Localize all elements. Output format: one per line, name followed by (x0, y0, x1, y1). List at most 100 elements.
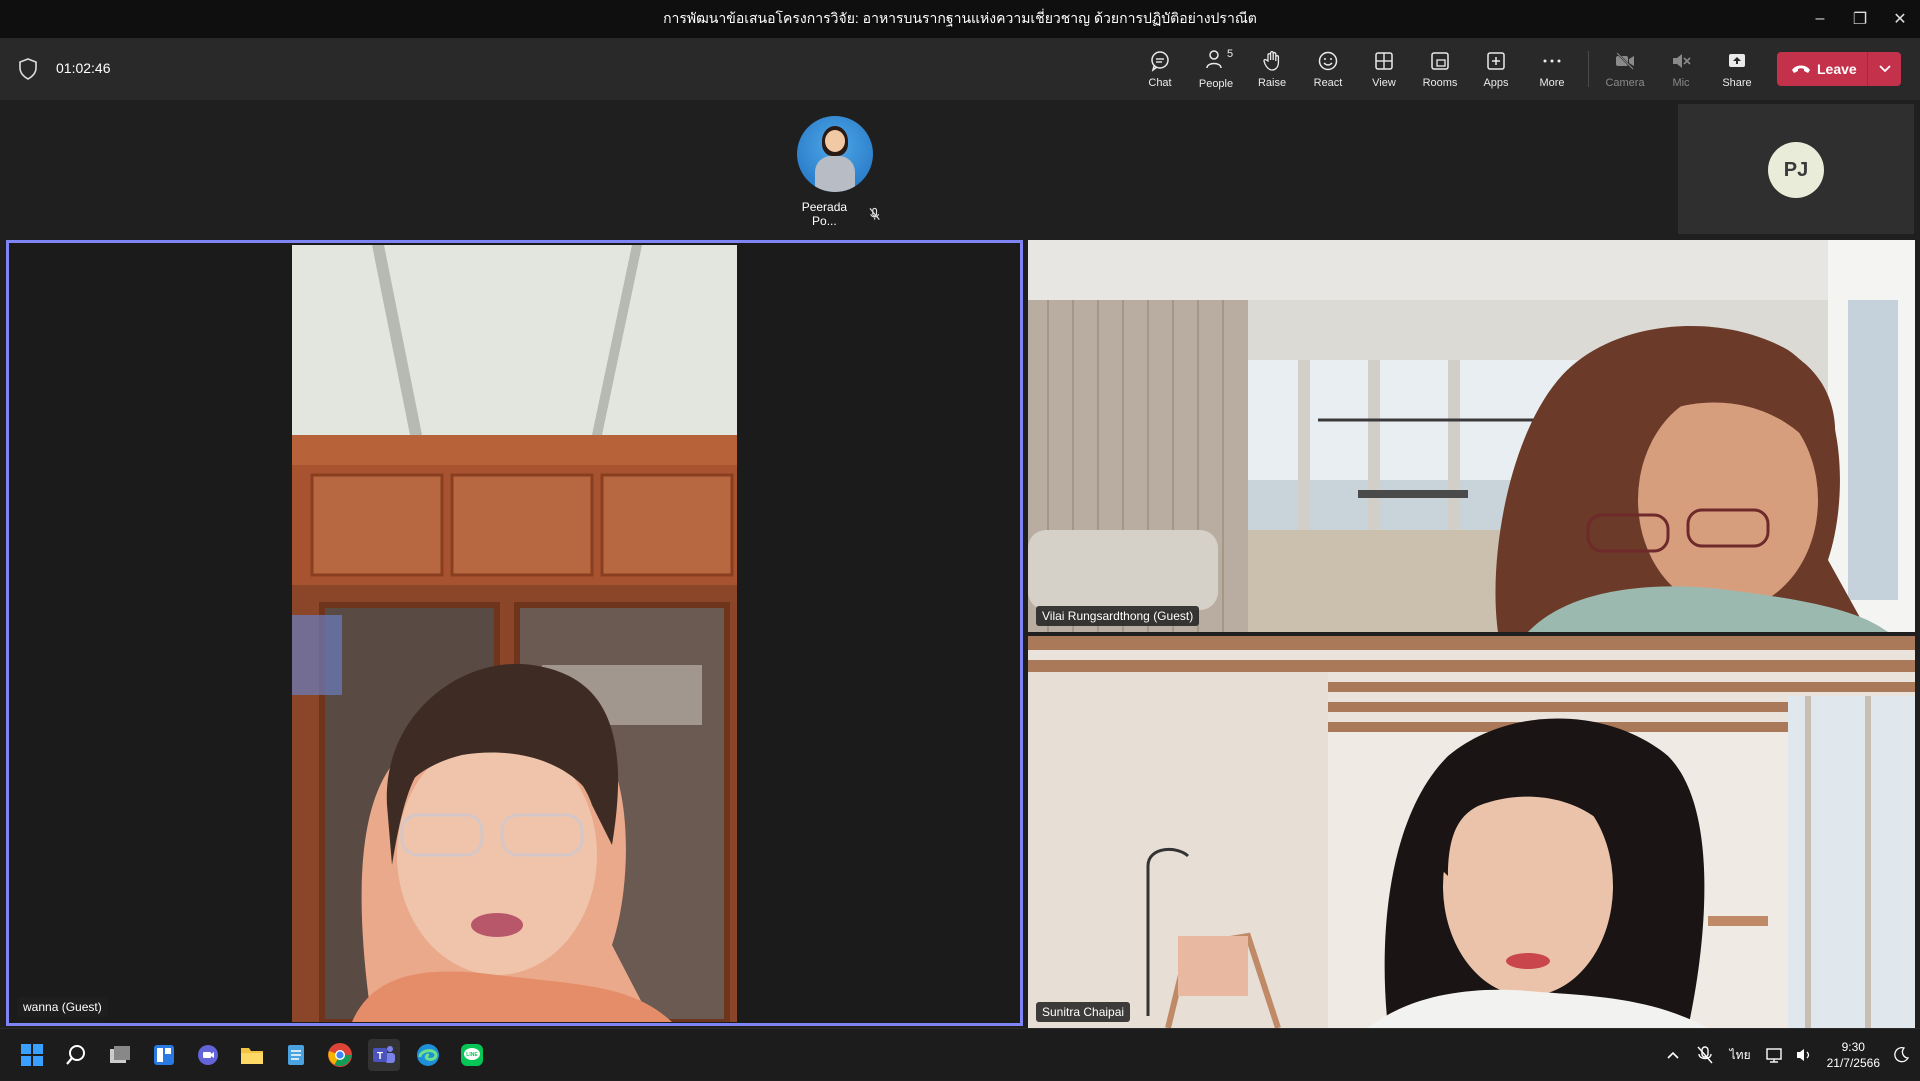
chrome-button[interactable] (324, 1039, 356, 1071)
mic-off-icon (1673, 53, 1691, 68)
people-icon (1206, 50, 1222, 69)
mic-muted-icon[interactable] (1696, 1045, 1714, 1065)
edge-button[interactable] (412, 1039, 444, 1071)
more-button[interactable]: More (1524, 38, 1580, 100)
react-button[interactable]: React (1300, 38, 1356, 100)
self-view-tile[interactable]: PJ (1678, 104, 1914, 234)
chat-app-icon (198, 1045, 218, 1065)
clock[interactable]: 9:30 21/7/2566 (1827, 1039, 1880, 1071)
video-tile-sunitra[interactable]: Sunitra Chaipai (1028, 636, 1915, 1028)
svg-text:LINE: LINE (466, 1052, 478, 1058)
widgets-icon (154, 1045, 174, 1065)
windows-logo-icon (21, 1044, 43, 1066)
notepad-icon (288, 1045, 304, 1065)
participant-name: wanna (Guest) (17, 997, 108, 1017)
leave-options-button[interactable] (1867, 52, 1901, 86)
chevron-up-icon[interactable] (1666, 1050, 1680, 1060)
chevron-down-icon (1878, 65, 1891, 73)
apps-button[interactable]: Apps (1468, 38, 1524, 100)
minimize-button[interactable]: – (1800, 0, 1840, 38)
clock-time: 9:30 (1841, 1040, 1865, 1054)
raise-label: Raise (1257, 76, 1287, 89)
hand-icon (1263, 50, 1280, 71)
task-view-icon (110, 1046, 130, 1063)
rooms-icon (1431, 51, 1449, 70)
search-icon (66, 1045, 85, 1065)
rooms-button[interactable]: Rooms (1412, 38, 1468, 100)
view-label: View (1372, 76, 1396, 89)
pinned-participant[interactable]: Peerada Po... (790, 116, 880, 228)
file-explorer-button[interactable] (236, 1039, 268, 1071)
volume-icon[interactable] (1795, 1046, 1813, 1064)
leave-main[interactable]: Leave (1777, 52, 1867, 86)
line-icon: LINE (461, 1044, 483, 1066)
camera-button[interactable]: Camera (1597, 38, 1653, 100)
chat-label: Chat (1148, 76, 1172, 89)
people-button[interactable]: 5 People (1188, 38, 1244, 100)
participant-name: Sunitra Chaipai (1036, 1002, 1131, 1022)
rooms-label: Rooms (1422, 76, 1458, 89)
windows-taskbar: T LINE ไทย 9:30 21/7/2566 (0, 1028, 1920, 1080)
focus-moon-icon[interactable] (1892, 1046, 1910, 1064)
folder-icon (241, 1048, 263, 1064)
self-avatar: PJ (1768, 142, 1824, 198)
share-button[interactable]: Share (1709, 38, 1765, 100)
video-feed (292, 245, 737, 1022)
virtual-background-living-room (1028, 240, 1915, 632)
mic-button[interactable]: Mic (1653, 38, 1709, 100)
chrome-icon (328, 1043, 352, 1067)
title-bar: การพัฒนาข้อเสนอโครงการวิจัย: อาหารบนรากฐ… (0, 0, 1920, 38)
leave-label: Leave (1817, 61, 1857, 77)
window-title: การพัฒนาข้อเสนอโครงการวิจัย: อาหารบนรากฐ… (663, 10, 1257, 26)
participant-name: Vilai Rungsardthong (Guest) (1036, 606, 1200, 626)
search-button[interactable] (60, 1039, 92, 1071)
task-view-button[interactable] (104, 1039, 136, 1071)
toolbar-actions: Chat 5 People Raise React View Rooms App… (1132, 38, 1765, 100)
widgets-button[interactable] (148, 1039, 180, 1071)
more-label: More (1539, 76, 1565, 89)
meeting-toolbar: 01:02:46 Chat 5 People Raise React View (0, 38, 1920, 100)
toolbar-divider (1588, 51, 1589, 87)
raise-hand-button[interactable]: Raise (1244, 38, 1300, 100)
shield-icon[interactable] (18, 58, 38, 80)
close-button[interactable]: ✕ (1880, 0, 1920, 38)
camera-off-icon (1616, 51, 1634, 70)
smiley-icon (1318, 51, 1338, 70)
phone-hangup-icon (1792, 65, 1810, 73)
network-icon[interactable] (1765, 1046, 1783, 1064)
teams-chat-button[interactable] (192, 1039, 224, 1071)
teams-button[interactable]: T (368, 1039, 400, 1071)
people-count: 5 (1227, 48, 1234, 60)
teams-icon: T (373, 1046, 395, 1063)
leave-button[interactable]: Leave (1777, 52, 1901, 86)
share-icon (1729, 53, 1745, 67)
view-button[interactable]: View (1356, 38, 1412, 100)
avatar (797, 116, 873, 192)
start-button[interactable] (16, 1039, 48, 1071)
meeting-timer: 01:02:46 (56, 60, 111, 76)
grid-view-icon (1375, 51, 1393, 70)
video-tile-wanna[interactable]: wanna (Guest) (6, 240, 1023, 1026)
window-controls: – ❐ ✕ (1800, 0, 1920, 38)
camera-label: Camera (1605, 76, 1645, 89)
pinned-participant-name: Peerada Po... (801, 200, 848, 228)
apps-label: Apps (1483, 76, 1509, 89)
chat-button[interactable]: Chat (1132, 38, 1188, 100)
mic-label: Mic (1672, 76, 1690, 89)
line-app-button[interactable]: LINE (456, 1039, 488, 1071)
mic-muted-icon (869, 207, 880, 221)
add-app-icon (1487, 51, 1505, 70)
input-language[interactable]: ไทย (1730, 1046, 1751, 1065)
chat-icon (1151, 50, 1169, 72)
restore-button[interactable]: ❐ (1840, 0, 1880, 38)
svg-text:T: T (377, 1051, 383, 1062)
video-tile-vilai[interactable]: Vilai Rungsardthong (Guest) (1028, 240, 1915, 632)
notepad-button[interactable] (280, 1039, 312, 1071)
more-dots-icon (1543, 59, 1561, 62)
edge-icon (417, 1044, 439, 1066)
system-tray: ไทย 9:30 21/7/2566 (1658, 1029, 1920, 1081)
react-label: React (1313, 76, 1343, 89)
people-label: People (1198, 78, 1234, 90)
share-label: Share (1722, 76, 1752, 89)
virtual-background-loft (1028, 636, 1915, 1028)
